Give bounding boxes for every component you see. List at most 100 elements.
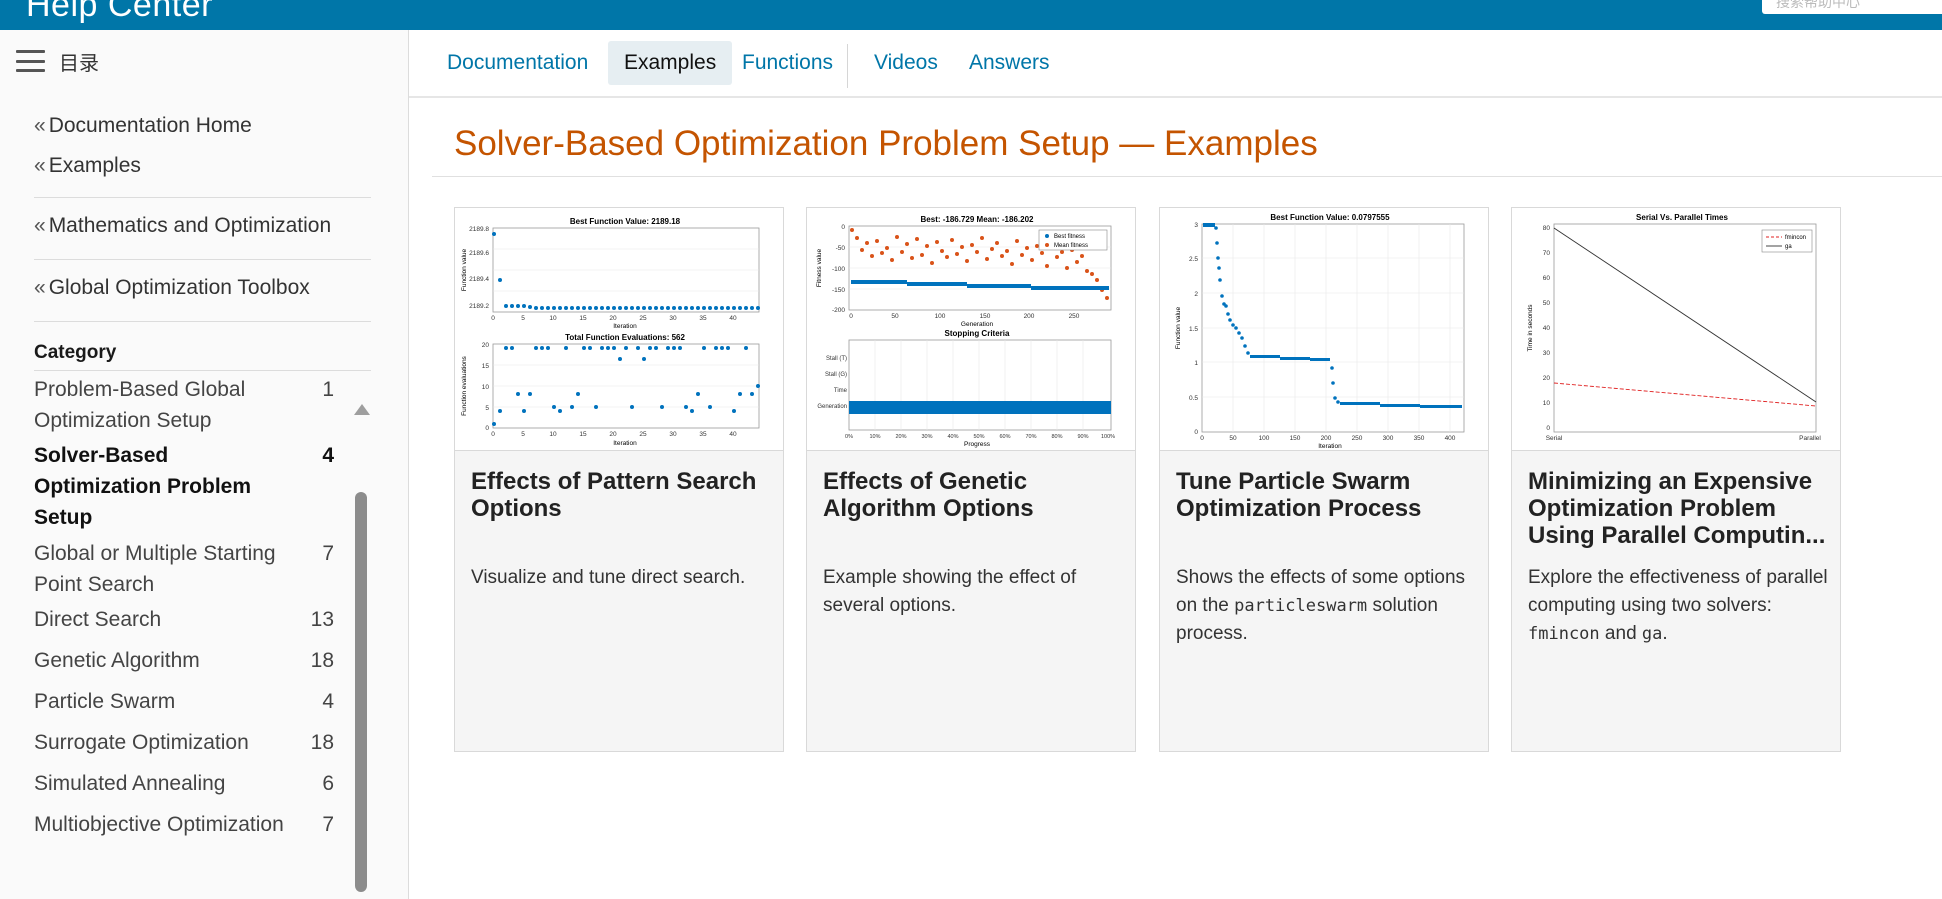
tab-functions[interactable]: Functions [726,41,849,85]
row-label: Stall (T) [826,356,847,362]
tick-label: 40 [1543,325,1551,332]
sidebar-scrollbar[interactable] [354,404,370,899]
category-item-surrogate-optimization[interactable]: Surrogate Optimization 18 [34,727,334,758]
tick-label: 2189.6 [469,250,489,257]
divider [432,176,1942,177]
category-item-problem-based[interactable]: Problem-Based Global Optimization Setup … [34,374,334,436]
axis-label: Iteration [613,323,637,330]
category-heading: Category [34,342,117,363]
double-chevron-left-icon: « [34,114,46,137]
legend-label: ga [1785,244,1792,250]
divider [34,370,371,371]
code-particleswarm: particleswarm [1234,596,1368,616]
nav-link-documentation-home[interactable]: «Documentation Home [34,112,371,140]
category-item-multiobjective[interactable]: Multiobjective Optimization 7 [34,809,334,840]
tab-documentation[interactable]: Documentation [431,41,604,85]
tick-label: 70 [1543,250,1551,257]
tick-label: 0% [845,434,853,440]
tab-videos[interactable]: Videos [858,41,954,85]
tick-label: 2189.4 [469,276,489,283]
search-input[interactable]: 搜索帮助中心 [1762,0,1942,14]
tick-label: 15 [579,431,587,438]
code-ga: ga [1641,624,1663,644]
category-item-direct-search[interactable]: Direct Search 13 [34,604,334,635]
category-item-solver-based[interactable]: Solver-Based Optimization Problem Setup … [34,440,334,533]
tick-label: 2189.8 [469,226,489,233]
genetic-algorithm-plot: Best: -186.729 Mean: -186.202 0 -50 -100… [816,215,1115,448]
tick-label: -200 [832,307,845,314]
tab-examples[interactable]: Examples [608,41,733,85]
card-title[interactable]: Effects of Pattern Search Options [471,468,771,522]
help-center-title[interactable]: Help Center [26,0,213,25]
card-description: Shows the effects of some options on the… [1176,567,1466,644]
tick-label: 0 [1194,429,1198,436]
tick-label: 25 [639,315,647,322]
axis-label: Function value [461,248,468,291]
axis-label: Iteration [1318,443,1342,450]
category-count: 1 [322,378,334,401]
hamburger-menu-icon[interactable] [16,50,45,72]
category-count: 4 [322,444,334,467]
nav-link-global-optimization-toolbox[interactable]: «Global Optimization Toolbox [34,274,371,302]
card-description: Explore the effectiveness of parallel co… [1528,567,1828,644]
category-item-particle-swarm[interactable]: Particle Swarm 4 [34,686,334,717]
tick-label: 10 [1543,400,1551,407]
example-card-parallel-computing[interactable]: Serial Vs. Parallel Times 80 70 60 50 40… [1511,207,1841,752]
tick-label: 20 [609,431,617,438]
tick-label: 0 [1200,435,1204,442]
tick-label: 20% [895,434,906,440]
tick-label: Parallel [1799,435,1821,442]
card-title[interactable]: Minimizing an Expensive Optimization Pro… [1528,468,1828,549]
tick-label: 5 [521,431,525,438]
scroll-up-arrow-icon[interactable] [354,404,370,415]
example-card-particle-swarm[interactable]: Best Function Value: 0.0797555 3 2.5 2 1… [1159,207,1489,752]
tick-label: 70% [1025,434,1036,440]
tick-label: Serial [1546,435,1563,442]
tick-label: 250 [1352,435,1363,442]
tick-label: 20 [482,342,490,349]
example-thumbnail: Serial Vs. Parallel Times 80 70 60 50 40… [1512,208,1840,451]
nav-link-mathematics-optimization[interactable]: «Mathematics and Optimization [34,212,371,240]
example-card-pattern-search[interactable]: Best Function Value: 2189.18 2189.8 2189… [454,207,784,752]
plot-title: Total Function Evaluations: 562 [565,333,685,342]
axis-label: Function value [1175,306,1182,349]
nav-link-examples[interactable]: «Examples [34,152,371,180]
double-chevron-left-icon: « [34,154,46,177]
tick-label: 30 [669,431,677,438]
legend-label: fmincon [1785,235,1806,241]
plot-title: Serial Vs. Parallel Times [1636,213,1728,222]
category-item-simulated-annealing[interactable]: Simulated Annealing 6 [34,768,334,799]
row-label: Time [834,388,848,394]
tick-label: 2 [1194,291,1198,298]
divider [34,259,371,260]
tick-label: 100 [1259,435,1270,442]
tick-label: 30 [669,315,677,322]
tick-label: 60 [1543,275,1551,282]
example-card-genetic-algorithm[interactable]: Best: -186.729 Mean: -186.202 0 -50 -100… [806,207,1136,752]
category-item-global-multiple-start[interactable]: Global or Multiple Starting Point Search… [34,538,334,600]
tick-label: 350 [1414,435,1425,442]
category-count: 7 [322,813,334,836]
category-count: 7 [322,542,334,565]
tick-label: 35 [699,315,707,322]
toc-toggle[interactable]: 目录 [16,46,99,76]
card-description: Visualize and tune direct search. [471,567,746,588]
top-header-bar: Help Center 搜索帮助中心 [0,0,1942,30]
row-label: Stall (G) [825,372,847,378]
tab-answers[interactable]: Answers [953,41,1066,85]
category-count: 6 [322,772,334,795]
tick-label: 400 [1445,435,1456,442]
tick-label: 150 [980,313,991,320]
particle-swarm-plot: Best Function Value: 0.0797555 3 2.5 2 1… [1175,213,1465,450]
tick-label: -150 [832,287,845,294]
card-title[interactable]: Effects of Genetic Algorithm Options [823,468,1123,522]
card-title[interactable]: Tune Particle Swarm Optimization Process [1176,468,1476,522]
scrollbar-thumb[interactable] [355,492,367,892]
tick-label: 0 [491,315,495,322]
tick-label: 50 [1229,435,1237,442]
category-item-genetic-algorithm[interactable]: Genetic Algorithm 18 [34,645,334,676]
tick-label: 5 [521,315,525,322]
legend-label: Best fitness [1054,234,1085,240]
tick-label: 1 [1194,360,1198,367]
axis-label: Iteration [613,440,637,447]
